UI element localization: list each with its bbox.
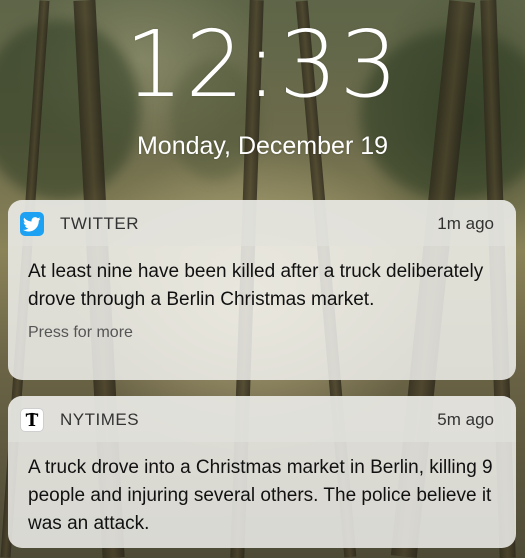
lockscreen-clock: 12:33 xyxy=(124,11,401,118)
notification-message: At least nine have been killed after a t… xyxy=(28,261,484,310)
notification-time: 5m ago xyxy=(437,410,494,429)
lockscreen-date: Monday, December 19 xyxy=(136,132,389,160)
notification-header: T NYTIMES 5m ago xyxy=(8,396,516,442)
notification-message: A truck drove into a Christmas market in… xyxy=(28,457,493,534)
notification-body: A truck drove into a Christmas market in… xyxy=(8,442,516,548)
notification-app-name: TWITTER xyxy=(60,214,140,233)
notification-app-name: NYTIMES xyxy=(60,410,140,429)
twitter-bird-icon xyxy=(20,212,44,236)
notification-body: At least nine have been killed after a t… xyxy=(8,246,516,358)
press-for-more-hint: Press for more xyxy=(28,324,133,341)
notification-twitter[interactable]: TWITTER 1m ago At least nine have been k… xyxy=(8,200,516,380)
notification-header: TWITTER 1m ago xyxy=(8,200,516,246)
notification-time: 1m ago xyxy=(437,214,494,233)
nytimes-t-icon: T xyxy=(20,408,44,432)
notification-nytimes[interactable]: T NYTIMES 5m ago A truck drove into a Ch… xyxy=(8,396,516,548)
